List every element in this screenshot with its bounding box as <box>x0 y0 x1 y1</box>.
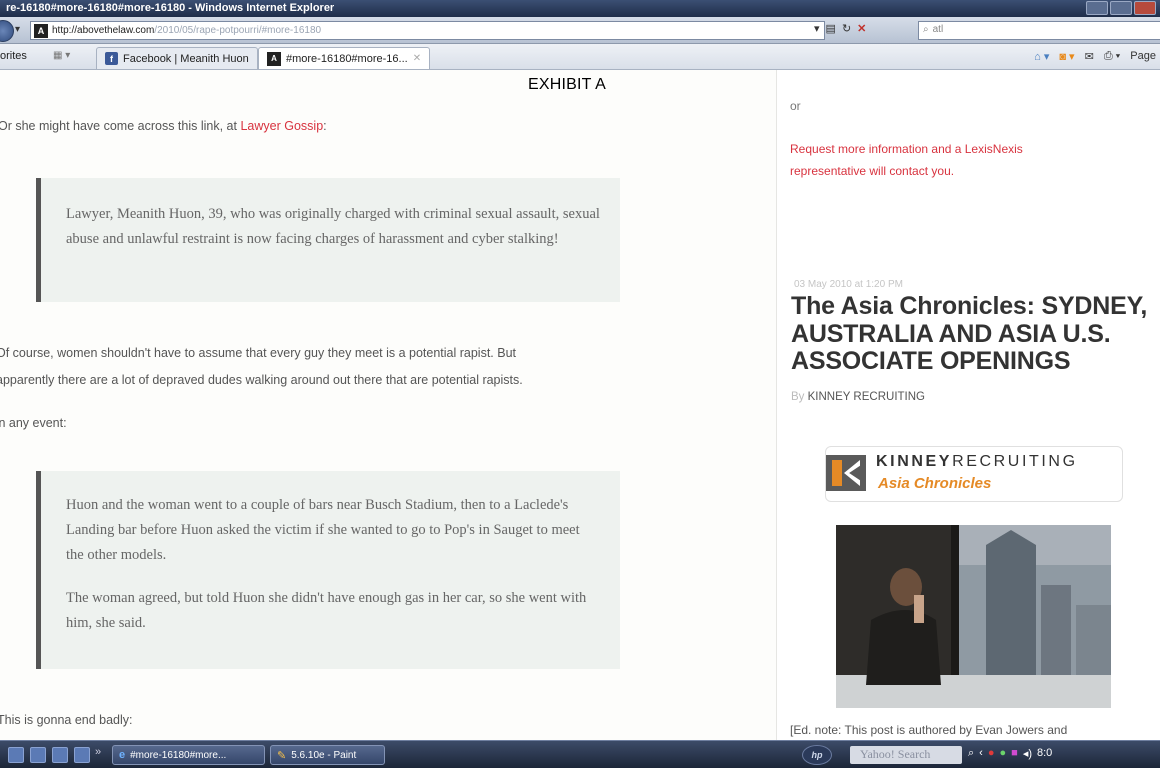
tab-label: #more-16180#more-16... <box>286 52 408 65</box>
lexisnexis-request-link[interactable]: Request more information and a LexisNexi… <box>790 139 1090 182</box>
window-controls <box>1086 1 1156 15</box>
maximize-button[interactable] <box>1110 1 1132 15</box>
quote1-text: Lawyer, Meanith Huon, 39, who was origin… <box>66 206 600 247</box>
taskbar-item-label: #more-16180#more... <box>130 749 227 761</box>
taskbar: » e #more-16180#more... ✎ 5.6.10e - Pain… <box>0 740 1160 768</box>
tray-volume-icon[interactable]: ◂) <box>1023 747 1032 760</box>
taskbar-ie-item[interactable]: e #more-16180#more... <box>112 745 265 765</box>
sidebar: or Request more information and a LexisN… <box>776 70 1160 740</box>
lawyer-gossip-link[interactable]: Lawyer Gossip <box>240 119 323 133</box>
quick-tabs-icon[interactable]: ▦ ▾ <box>53 50 70 61</box>
paragraph-line-2: apparently there are a lot of depraved d… <box>0 373 523 387</box>
tab-label: Facebook | Meanith Huon <box>123 52 249 65</box>
favorites-label[interactable]: orites <box>0 50 27 62</box>
url-host: http://abovethelaw.com <box>52 25 155 36</box>
tray-search-icon[interactable]: ⌕ <box>968 747 974 760</box>
blockquote-2: Huon and the woman went to a couple of b… <box>36 471 620 669</box>
refresh-icon[interactable]: ↻ <box>842 22 851 35</box>
start-icon[interactable] <box>8 747 24 763</box>
logo-light: RECRUITING <box>952 453 1078 470</box>
tray-security-icon[interactable]: ● <box>988 747 995 760</box>
favorites-bar: orites ▦ ▾ f Facebook | Meanith Huon A #… <box>0 44 1160 70</box>
editor-note: [Ed. note: This post is authored by Evan… <box>790 723 1068 737</box>
feeds-icon[interactable]: ◙ ▾ <box>1059 50 1074 63</box>
paragraph-line-1: Of course, women shouldn't have to assum… <box>0 346 517 360</box>
lead-paragraph: Or she might have come across this link,… <box>0 119 327 133</box>
search-icon: ⌕ <box>923 24 929 35</box>
media-icon[interactable] <box>52 747 68 763</box>
minimize-button[interactable] <box>1086 1 1108 15</box>
logo-wordmark: KINNEYRECRUITING <box>876 453 1078 471</box>
show-desktop-icon[interactable] <box>30 747 46 763</box>
atl-icon: A <box>267 51 281 66</box>
close-window-button[interactable] <box>1134 1 1156 15</box>
taskbar-item-label: 5.6.10e - Paint <box>291 749 357 761</box>
hp-logo-icon[interactable]: hp <box>802 745 832 765</box>
stop-icon[interactable]: ✕ <box>857 22 866 35</box>
tab-close-icon[interactable]: ✕ <box>413 53 421 64</box>
search-value: atl <box>932 24 944 35</box>
page-menu[interactable]: Page <box>1130 50 1156 63</box>
lead-suffix: : <box>323 119 327 133</box>
post-date: 03 May 2010 at 1:20 PM <box>794 279 903 290</box>
window-title: re-16180#more-16180#more-16180 - Windows… <box>6 2 335 14</box>
quick-launch <box>8 747 90 763</box>
logo-bold: KINNEY <box>876 453 953 470</box>
quick-launch-more-icon[interactable]: » <box>95 746 101 758</box>
system-tray: ⌕ ‹ ● ● ■ ◂) 8:0 <box>968 747 1052 760</box>
tray-network-icon[interactable]: ● <box>1000 747 1007 760</box>
url-path: /2010/05/rape-potpourri/#more-16180 <box>154 25 322 36</box>
window-title-bar: re-16180#more-16180#more-16180 - Windows… <box>0 0 1160 17</box>
address-dropdown-icon[interactable]: ▾ <box>814 22 820 35</box>
back-dropdown-icon[interactable]: ▾ <box>15 24 20 35</box>
address-input[interactable]: A http://abovethelaw.com /2010/05/rape-p… <box>30 21 825 40</box>
office-photo-illustration <box>836 525 1111 708</box>
sidebar-or: or <box>790 99 801 113</box>
mail-icon[interactable]: ✉ <box>1085 50 1094 63</box>
tab-facebook[interactable]: f Facebook | Meanith Huon <box>96 47 258 69</box>
tray-arrow-icon[interactable]: ‹ <box>979 747 983 760</box>
address-tools: ▾ ▤ ↻ ✕ <box>814 22 866 35</box>
facebook-icon: f <box>105 52 118 65</box>
kinney-recruiting-logo[interactable]: KINNEYRECRUITING Asia Chronicles <box>825 446 1123 502</box>
search-input[interactable]: ⌕ atl <box>918 21 1160 40</box>
site-favicon-icon: A <box>34 23 48 38</box>
command-bar: ⌂ ▾ ◙ ▾ ✉ ⎙ ▾ Page <box>1034 50 1156 63</box>
back-button[interactable] <box>0 20 14 42</box>
folder-icon[interactable] <box>74 747 90 763</box>
quote2-para-2: The woman agreed, but told Huon she didn… <box>66 589 587 631</box>
closing-text: This is gonna end badly: <box>0 713 133 727</box>
byline-prefix: By <box>791 391 805 403</box>
home-icon[interactable]: ⌂ ▾ <box>1034 50 1049 63</box>
logo-subtitle: Asia Chronicles <box>878 475 992 492</box>
ie-icon: e <box>119 749 126 761</box>
exhibit-label: EXHIBIT A <box>528 76 606 93</box>
print-icon[interactable]: ⎙ ▾ <box>1104 50 1120 63</box>
address-toolbar: ▾ A http://abovethelaw.com /2010/05/rape… <box>0 17 1160 44</box>
paint-icon: ✎ <box>277 749 287 762</box>
tray-clock: 8:0 <box>1037 747 1053 759</box>
tray-messenger-icon[interactable]: ■ <box>1011 747 1018 760</box>
office-photo <box>836 525 1111 708</box>
kinney-logo-icon <box>826 455 866 491</box>
tab-atl[interactable]: A #more-16180#more-16... ✕ <box>258 47 431 69</box>
author-link[interactable]: KINNEY RECRUITING <box>808 391 925 403</box>
yahoo-search-input[interactable]: Yahoo! Search <box>850 746 962 764</box>
quote2-para-1: Huon and the woman went to a couple of b… <box>66 497 580 563</box>
any-event-text: In any event: <box>0 416 67 430</box>
post-byline: By KINNEY RECRUITING <box>791 391 925 403</box>
post-title-link[interactable]: The Asia Chronicles: SYDNEY, AUSTRALIA A… <box>791 292 1160 376</box>
lead-text: Or she might have come across this link,… <box>0 119 241 133</box>
blockquote-1: Lawyer, Meanith Huon, 39, who was origin… <box>36 178 620 302</box>
taskbar-paint-item[interactable]: ✎ 5.6.10e - Paint <box>270 745 385 765</box>
compatibility-icon[interactable]: ▤ <box>826 22 836 35</box>
